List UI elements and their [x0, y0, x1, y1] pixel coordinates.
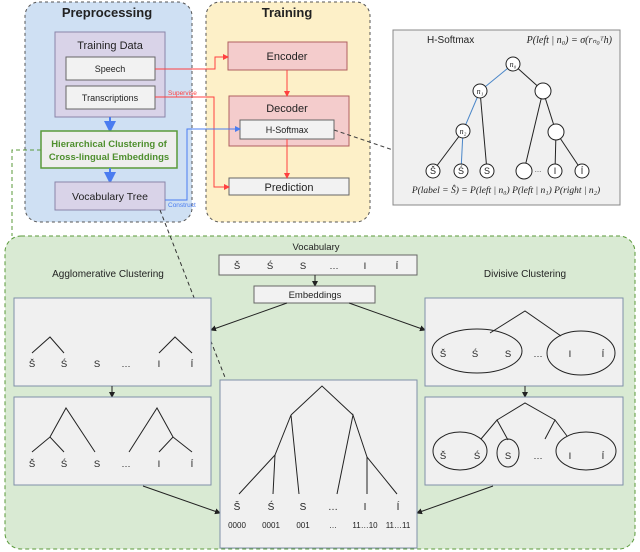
symbol-label: …	[121, 459, 131, 470]
symbol-label: Í	[191, 359, 194, 370]
symbol-label: Í	[396, 261, 399, 272]
clustering-line1: Hierarchical Clustering of	[51, 139, 167, 150]
code-label: 0000	[228, 521, 246, 530]
leaf-label: S	[484, 166, 490, 176]
symbol-label: Í	[602, 349, 605, 360]
symbol-label: Š	[234, 500, 241, 513]
symbol-label: S	[300, 261, 306, 272]
agglomerative-step1	[13, 297, 212, 387]
leaf-label: Ś	[458, 165, 464, 176]
symbol-label: I	[364, 261, 367, 272]
agglomerative-label: Agglomerative Clustering	[52, 269, 164, 280]
symbol-label: Í	[397, 500, 400, 513]
leaf-node	[515, 162, 533, 180]
construct-label: Construct	[168, 202, 196, 209]
code-label: 11…11	[386, 521, 411, 530]
decoder-label: Decoder	[266, 103, 308, 115]
symbol-label: Š	[29, 359, 35, 370]
symbol-label: Ś	[267, 260, 273, 272]
symbol-label: S	[300, 502, 307, 513]
vocabulary-box	[218, 254, 418, 276]
clustering-line2: Cross-lingual Embeddings	[49, 152, 169, 163]
symbol-label: Ś	[472, 348, 478, 360]
transcriptions-label: Transcriptions	[82, 93, 139, 103]
symbol-label: Ś	[268, 500, 275, 513]
symbol-label: Š	[440, 451, 446, 462]
symbol-label: …	[329, 261, 339, 272]
prediction-label: Prediction	[265, 182, 314, 194]
symbol-label: I	[158, 459, 161, 470]
encoder-label: Encoder	[267, 51, 308, 63]
formula-bottom: P(label = Ŝ) = P(left | n₀) P(left | n₁)…	[411, 184, 600, 196]
embeddings-label: Embeddings	[289, 290, 342, 301]
symbol-label: Ś	[61, 458, 67, 470]
divisive-step2	[424, 396, 624, 486]
symbol-label: …	[328, 502, 338, 513]
agglomerative-step2	[13, 396, 212, 486]
code-label: 0001	[262, 521, 280, 530]
preprocessing-title: Preprocessing	[62, 5, 152, 20]
node-right-right	[547, 123, 565, 141]
symbol-label: I	[158, 359, 161, 370]
symbol-label: I	[569, 349, 572, 360]
leaf-label: Š	[430, 166, 436, 176]
node-right	[534, 82, 552, 100]
symbol-label: Í	[191, 459, 194, 470]
vocabulary-label: Vocabulary	[292, 242, 339, 253]
hsoftmax-label: H-Softmax	[266, 125, 309, 135]
node-label: n₀	[510, 60, 517, 69]
symbol-label: Ś	[474, 450, 480, 462]
symbol-label: S	[505, 451, 511, 462]
training-title: Training	[262, 5, 313, 20]
symbol-label: …	[533, 349, 543, 360]
code-label: 11…10	[352, 521, 378, 530]
symbol-label: S	[94, 459, 100, 470]
training-data-label: Training Data	[77, 40, 144, 52]
symbol-label: …	[533, 451, 543, 462]
symbol-label: …	[121, 359, 131, 370]
supervise-label: Supervise	[168, 90, 197, 97]
code-label: …	[329, 521, 337, 530]
formula-top: P(left | n₀) = σ(rₙ₀ᵀh)	[526, 35, 613, 46]
symbol-label: I	[569, 451, 572, 462]
speech-label: Speech	[95, 64, 126, 74]
symbol-label: Š	[29, 459, 35, 470]
symbol-label: I	[364, 502, 367, 513]
symbol-label: Š	[440, 349, 446, 360]
leaf-label: …	[535, 167, 542, 174]
symbol-label: S	[94, 359, 100, 370]
code-label: 001	[296, 521, 310, 530]
vocab-tree-label: Vocabulary Tree	[72, 191, 148, 203]
hsoftmax-panel-title: H-Softmax	[427, 35, 474, 46]
symbol-label: Ś	[61, 358, 67, 370]
diagram: Preprocessing Training Training Data Spe…	[4, 1, 636, 550]
symbol-label: Š	[234, 261, 240, 272]
hsoftmax-panel	[392, 29, 621, 206]
node-label: n₂	[460, 127, 467, 136]
node-label: n₁	[477, 87, 484, 96]
symbol-label: Í	[602, 451, 605, 462]
symbol-label: S	[505, 349, 511, 360]
divisive-label: Divisive Clustering	[484, 269, 566, 280]
leaf-label: I	[554, 166, 557, 176]
